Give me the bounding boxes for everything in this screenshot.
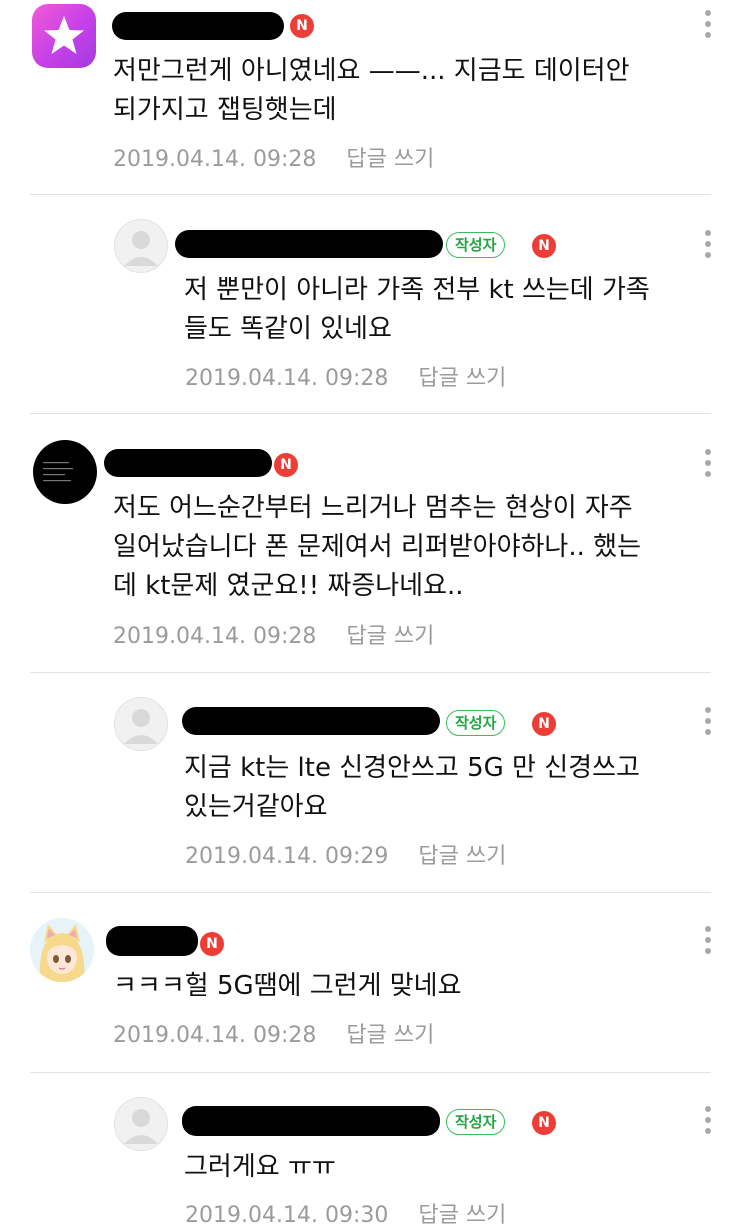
comment-date: 2019.04.14. 09:28 [113, 624, 317, 649]
purple-star-avatar[interactable] [32, 4, 96, 68]
more-options-icon[interactable] [704, 707, 712, 739]
new-badge: N [274, 453, 298, 477]
new-badge: N [532, 234, 556, 258]
divider [30, 1072, 711, 1073]
comment-date: 2019.04.14. 09:29 [185, 844, 389, 869]
author-badge: 작성자 [446, 1109, 506, 1135]
black-avatar[interactable] [33, 440, 97, 504]
comment-meta: 2019.04.14. 09:30 답글 쓰기 [185, 1197, 506, 1229]
comment-meta: 2019.04.14. 09:28 답글 쓰기 [113, 141, 434, 173]
comment-date: 2019.04.14. 09:30 [185, 1203, 389, 1228]
author-badge: 작성자 [446, 710, 506, 736]
comment-text-line: 있는거같아요 [184, 792, 328, 822]
comment-date: 2019.04.14. 09:28 [113, 147, 317, 172]
reply-button[interactable]: 답글 쓰기 [418, 366, 506, 391]
reply-button[interactable]: 답글 쓰기 [418, 1203, 506, 1228]
comment-text-line: 일어났습니다 폰 문제여서 리퍼받아야하나.. 했는 [113, 532, 641, 562]
divider [30, 892, 711, 893]
reply-button[interactable]: 답글 쓰기 [418, 844, 506, 869]
new-badge: N [532, 712, 556, 736]
comment-text-line: 지금 kt는 lte 신경안쓰고 5G 만 신경쓰고 [184, 753, 640, 783]
comment-text-line: 저도 어느순간부터 느리거나 멈추는 현상이 자주 [113, 493, 633, 523]
comment-text-line: 저 뿐만이 아니라 가족 전부 kt 쓰는데 가족 [184, 275, 650, 305]
comment-date: 2019.04.14. 09:28 [113, 1023, 317, 1048]
new-badge: N [200, 932, 224, 956]
redacted-username[interactable] [182, 707, 440, 735]
divider [30, 194, 711, 195]
redacted-username[interactable] [106, 926, 198, 956]
redacted-username[interactable] [182, 1106, 440, 1136]
author-badge: 작성자 [446, 232, 506, 258]
redacted-username[interactable] [112, 12, 284, 40]
default-avatar[interactable] [114, 219, 168, 273]
more-options-icon[interactable] [704, 926, 712, 958]
comment-text-line: 되가지고 잽팅햇는데 [113, 95, 337, 125]
divider [30, 672, 711, 673]
comment-meta: 2019.04.14. 09:28 답글 쓰기 [185, 360, 506, 392]
more-options-icon[interactable] [704, 449, 712, 481]
new-badge: N [290, 14, 314, 38]
comment-text-line: ㅋㅋㅋ헐 5G땜에 그런게 맞네요 [113, 971, 462, 1001]
redacted-username[interactable] [104, 449, 272, 477]
more-options-icon[interactable] [704, 1106, 712, 1138]
anime-girl-avatar[interactable] [30, 918, 94, 982]
redacted-username[interactable] [175, 230, 443, 258]
comment-text-line: 들도 똑같이 있네요 [184, 314, 392, 344]
reply-button[interactable]: 답글 쓰기 [346, 1023, 434, 1048]
new-badge: N [532, 1111, 556, 1135]
comment-text-line: 그러게요 ㅠㅠ [184, 1152, 336, 1182]
reply-button[interactable]: 답글 쓰기 [346, 624, 434, 649]
reply-button[interactable]: 답글 쓰기 [346, 147, 434, 172]
divider [30, 413, 711, 414]
more-options-icon[interactable] [704, 230, 712, 262]
more-options-icon[interactable] [704, 10, 712, 42]
comment-date: 2019.04.14. 09:28 [185, 366, 389, 391]
comment-text-line: 데 kt문제 였군요!! 짜증나네요.. [113, 571, 464, 601]
comment-text-line: 저만그런게 아니였네요 ——... 지금도 데이터안 [113, 56, 630, 86]
comment-meta: 2019.04.14. 09:29 답글 쓰기 [185, 838, 506, 870]
default-avatar[interactable] [114, 1097, 168, 1151]
comment-meta: 2019.04.14. 09:28 답글 쓰기 [113, 618, 434, 650]
comment-meta: 2019.04.14. 09:28 답글 쓰기 [113, 1017, 434, 1049]
default-avatar[interactable] [114, 697, 168, 751]
